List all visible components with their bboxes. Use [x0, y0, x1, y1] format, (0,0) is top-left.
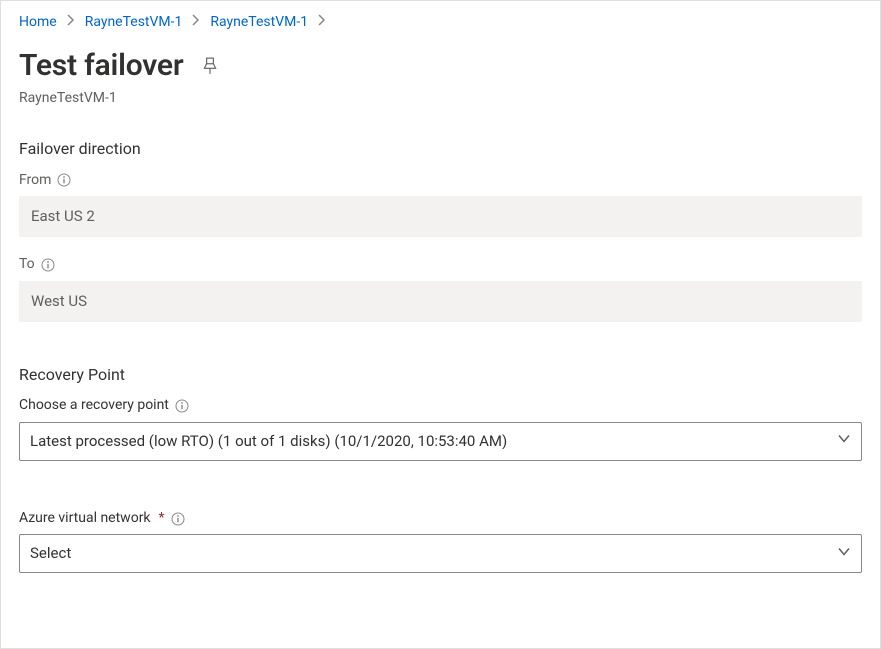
to-region-readonly: West US: [19, 281, 862, 322]
section-recovery-point: Recovery Point: [19, 364, 862, 386]
chevron-right-icon: [192, 13, 200, 33]
chevron-right-icon: [67, 13, 75, 33]
to-label: To: [19, 255, 35, 275]
required-indicator: *: [159, 509, 165, 529]
virtual-network-select[interactable]: Select: [19, 534, 862, 573]
recovery-point-label: Choose a recovery point: [19, 396, 169, 416]
page-subtitle: RayneTestVM-1: [19, 89, 862, 109]
section-failover-direction: Failover direction: [19, 138, 862, 160]
info-icon[interactable]: [41, 258, 55, 272]
info-icon[interactable]: [171, 512, 185, 526]
info-icon[interactable]: [57, 173, 71, 187]
virtual-network-value: Select: [30, 543, 71, 564]
pin-icon[interactable]: [201, 57, 219, 75]
from-region-readonly: East US 2: [19, 196, 862, 237]
recovery-point-value: Latest processed (low RTO) (1 out of 1 d…: [30, 431, 507, 452]
breadcrumb-home[interactable]: Home: [19, 13, 57, 33]
page-title: Test failover: [19, 45, 183, 87]
info-icon[interactable]: [175, 399, 189, 413]
chevron-down-icon: [837, 543, 851, 564]
recovery-point-select[interactable]: Latest processed (low RTO) (1 out of 1 d…: [19, 422, 862, 461]
breadcrumb-item-2[interactable]: RayneTestVM-1: [210, 13, 308, 33]
from-label: From: [19, 171, 51, 191]
breadcrumb: Home RayneTestVM-1 RayneTestVM-1: [19, 11, 862, 39]
virtual-network-label: Azure virtual network: [19, 509, 151, 529]
chevron-right-icon: [318, 13, 326, 33]
chevron-down-icon: [837, 431, 851, 452]
breadcrumb-item-1[interactable]: RayneTestVM-1: [85, 13, 183, 33]
